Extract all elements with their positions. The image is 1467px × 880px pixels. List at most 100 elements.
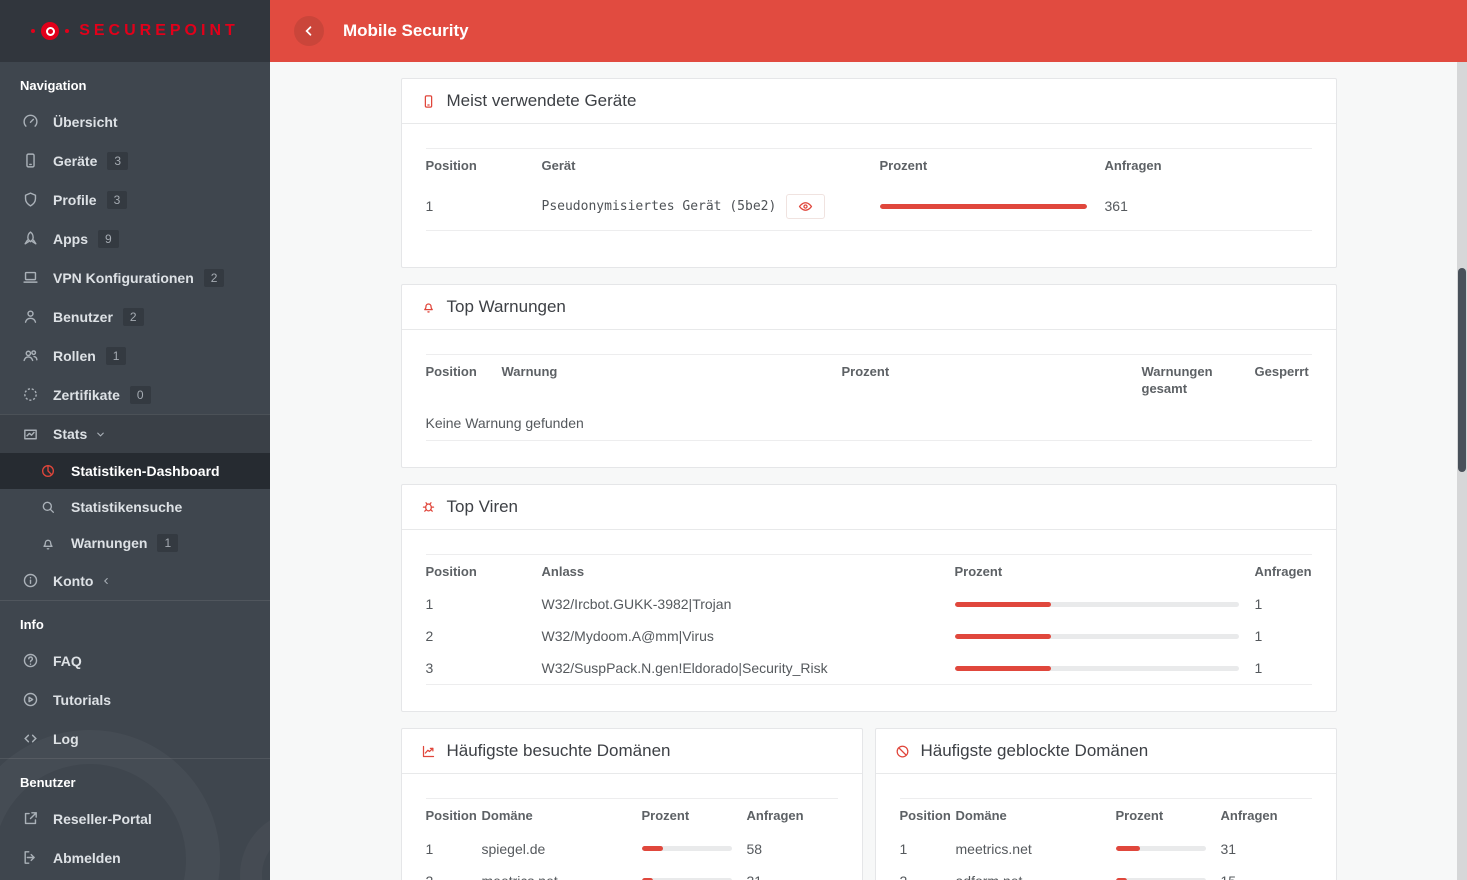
sidebar-item-profile[interactable]: Profile 3 xyxy=(0,180,270,219)
sidebar-item-log[interactable]: Log xyxy=(0,719,270,758)
card-blocked-domains: Häufigste geblockte Domänen Position Dom… xyxy=(874,728,1337,880)
cell-requests: 31 xyxy=(747,865,838,880)
cell-cause: W32/SuspPack.N.gen!Eldorado|Security_Ris… xyxy=(541,660,828,677)
sidebar-item-tutorials[interactable]: Tutorials xyxy=(0,680,270,719)
sidebar-item-uebersicht[interactable]: Übersicht xyxy=(0,102,270,141)
sidebar-item-stats[interactable]: Stats xyxy=(0,414,270,453)
cell-position: 1 xyxy=(425,840,434,857)
col-header-position: Position xyxy=(425,158,477,173)
col-header-requests: Anfragen xyxy=(1220,808,1278,824)
sidebar-item-statistiken-dashboard[interactable]: Statistiken-Dashboard xyxy=(0,453,270,489)
col-header-requests: Anfragen xyxy=(746,808,804,824)
cell-percent xyxy=(954,652,1255,685)
count-badge: 2 xyxy=(203,268,225,287)
code-icon xyxy=(20,730,40,747)
play-circle-icon xyxy=(20,691,40,708)
sidebar-item-label: Profile xyxy=(53,191,97,208)
col-header-blocked: Gesperrt xyxy=(1254,363,1309,379)
sidebar-item-geraete[interactable]: Geräte 3 xyxy=(0,141,270,180)
col-header-cause: Anlass xyxy=(541,563,585,579)
blocked-domains-table: Position Domäne Prozent Anfragen 1 meetr… xyxy=(899,798,1312,880)
nav-section-navigation: Navigation xyxy=(20,78,87,93)
cell-position: 2 xyxy=(426,865,482,880)
sidebar-item-apps[interactable]: Apps 9 xyxy=(0,219,270,258)
gauge-icon xyxy=(20,113,40,130)
domains-card-row: Häufigste besuchte Domänen Position Domä… xyxy=(400,728,1337,880)
count-badge: 3 xyxy=(106,190,128,209)
table-row-empty: Keine Warnung gefunden xyxy=(426,406,1312,441)
sidebar-item-konto[interactable]: Konto xyxy=(0,561,270,600)
cell-domain: meetrics.net xyxy=(955,840,1032,857)
count-badge: 1 xyxy=(105,346,127,365)
sidebar-item-warnungen[interactable]: Warnungen 1 xyxy=(0,525,270,561)
empty-state-text: Keine Warnung gefunden xyxy=(425,414,584,431)
table-row: 2 W32/Mydoom.A@mm|Virus 1 xyxy=(426,620,1312,652)
table-row: 2 adform.net 15 xyxy=(900,865,1312,880)
cell-position: 2 xyxy=(425,628,434,645)
sidebar-item-label: Stats xyxy=(53,426,88,442)
ban-icon xyxy=(895,744,910,759)
cell-percent xyxy=(1115,833,1221,865)
sidebar-item-statistikensuche[interactable]: Statistikensuche xyxy=(0,489,270,525)
sidebar-item-label: Übersicht xyxy=(53,113,118,130)
cell-position: 1 xyxy=(425,198,434,215)
smartphone-icon xyxy=(20,152,40,169)
rocket-icon xyxy=(20,230,40,247)
view-device-button[interactable] xyxy=(786,193,826,219)
count-badge: 1 xyxy=(157,534,179,552)
brand-name: SECUREPOINT xyxy=(79,22,239,39)
devices-table: Position Gerät Prozent Anfragen 1 Pseudo… xyxy=(425,148,1312,231)
user-icon xyxy=(20,308,40,325)
laptop-icon xyxy=(20,269,40,286)
cell-requests: 1 xyxy=(1254,628,1263,645)
external-link-icon xyxy=(20,810,40,827)
percent-bar xyxy=(1115,846,1206,852)
sidebar-item-label: Geräte xyxy=(53,152,98,169)
sidebar-item-zertifikate[interactable]: Zertifikate 0 xyxy=(0,375,270,414)
sidebar-item-label: Statistiken-Dashboard xyxy=(71,463,220,479)
col-header-device: Gerät xyxy=(541,158,576,173)
sidebar-item-label: Log xyxy=(53,730,79,747)
cell-requests: 1 xyxy=(1254,660,1263,677)
sidebar-item-benutzer[interactable]: Benutzer 2 xyxy=(0,297,270,336)
shield-icon xyxy=(20,191,40,208)
sidebar-item-vpn-konfigurationen[interactable]: VPN Konfigurationen 2 xyxy=(0,258,270,297)
users-icon xyxy=(20,347,40,364)
percent-bar xyxy=(954,633,1239,639)
cell-percent xyxy=(954,620,1255,652)
chevron-left-icon xyxy=(101,576,111,586)
bell-icon xyxy=(38,535,58,551)
sidebar-item-abmelden[interactable]: Abmelden xyxy=(0,838,270,877)
sidebar-item-reseller-portal[interactable]: Reseller-Portal xyxy=(0,799,270,838)
table-row: 1 W32/Ircbot.GUKK-3982|Trojan 1 xyxy=(426,588,1312,620)
cell-position: 1 xyxy=(899,840,908,857)
chevron-left-icon xyxy=(305,26,312,36)
brand-logo[interactable]: SECUREPOINT xyxy=(0,0,270,62)
bug-icon xyxy=(421,499,436,514)
smartphone-icon xyxy=(421,94,436,109)
sidebar-item-rollen[interactable]: Rollen 1 xyxy=(0,336,270,375)
sidebar-item-label: Apps xyxy=(53,230,88,247)
bell-icon xyxy=(421,299,436,314)
sidebar-item-label: Benutzer xyxy=(53,308,113,325)
table-row: 1 Pseudonymisiertes Gerät (5be2) 361 xyxy=(426,183,1312,231)
sidebar-item-faq[interactable]: FAQ xyxy=(0,641,270,680)
main-area: Mobile Security Meist verwendete Geräte xyxy=(270,0,1467,880)
info-circle-icon xyxy=(20,572,40,589)
col-header-position: Position xyxy=(425,563,477,579)
scrollbar-track[interactable] xyxy=(1457,62,1467,880)
content-area: Meist verwendete Geräte Position Gerät P… xyxy=(270,62,1467,880)
card-visited-domains: Häufigste besuchte Domänen Position Domä… xyxy=(400,728,863,880)
sidebar-item-label: Konto xyxy=(53,572,94,589)
col-header-domain: Domäne xyxy=(481,808,533,824)
percent-bar xyxy=(954,665,1239,671)
card-title: Häufigste besuchte Domänen xyxy=(446,741,671,761)
table-row: 1 meetrics.net 31 xyxy=(900,833,1312,865)
back-button[interactable] xyxy=(294,16,324,46)
count-badge: 9 xyxy=(98,229,119,248)
cell-domain: meetrics.net xyxy=(482,865,642,880)
card-most-used-devices: Meist verwendete Geräte Position Gerät P… xyxy=(400,78,1337,268)
pie-chart-icon xyxy=(38,463,58,479)
scrollbar-thumb[interactable] xyxy=(1458,268,1466,472)
col-header-requests: Anfragen xyxy=(1254,563,1312,579)
